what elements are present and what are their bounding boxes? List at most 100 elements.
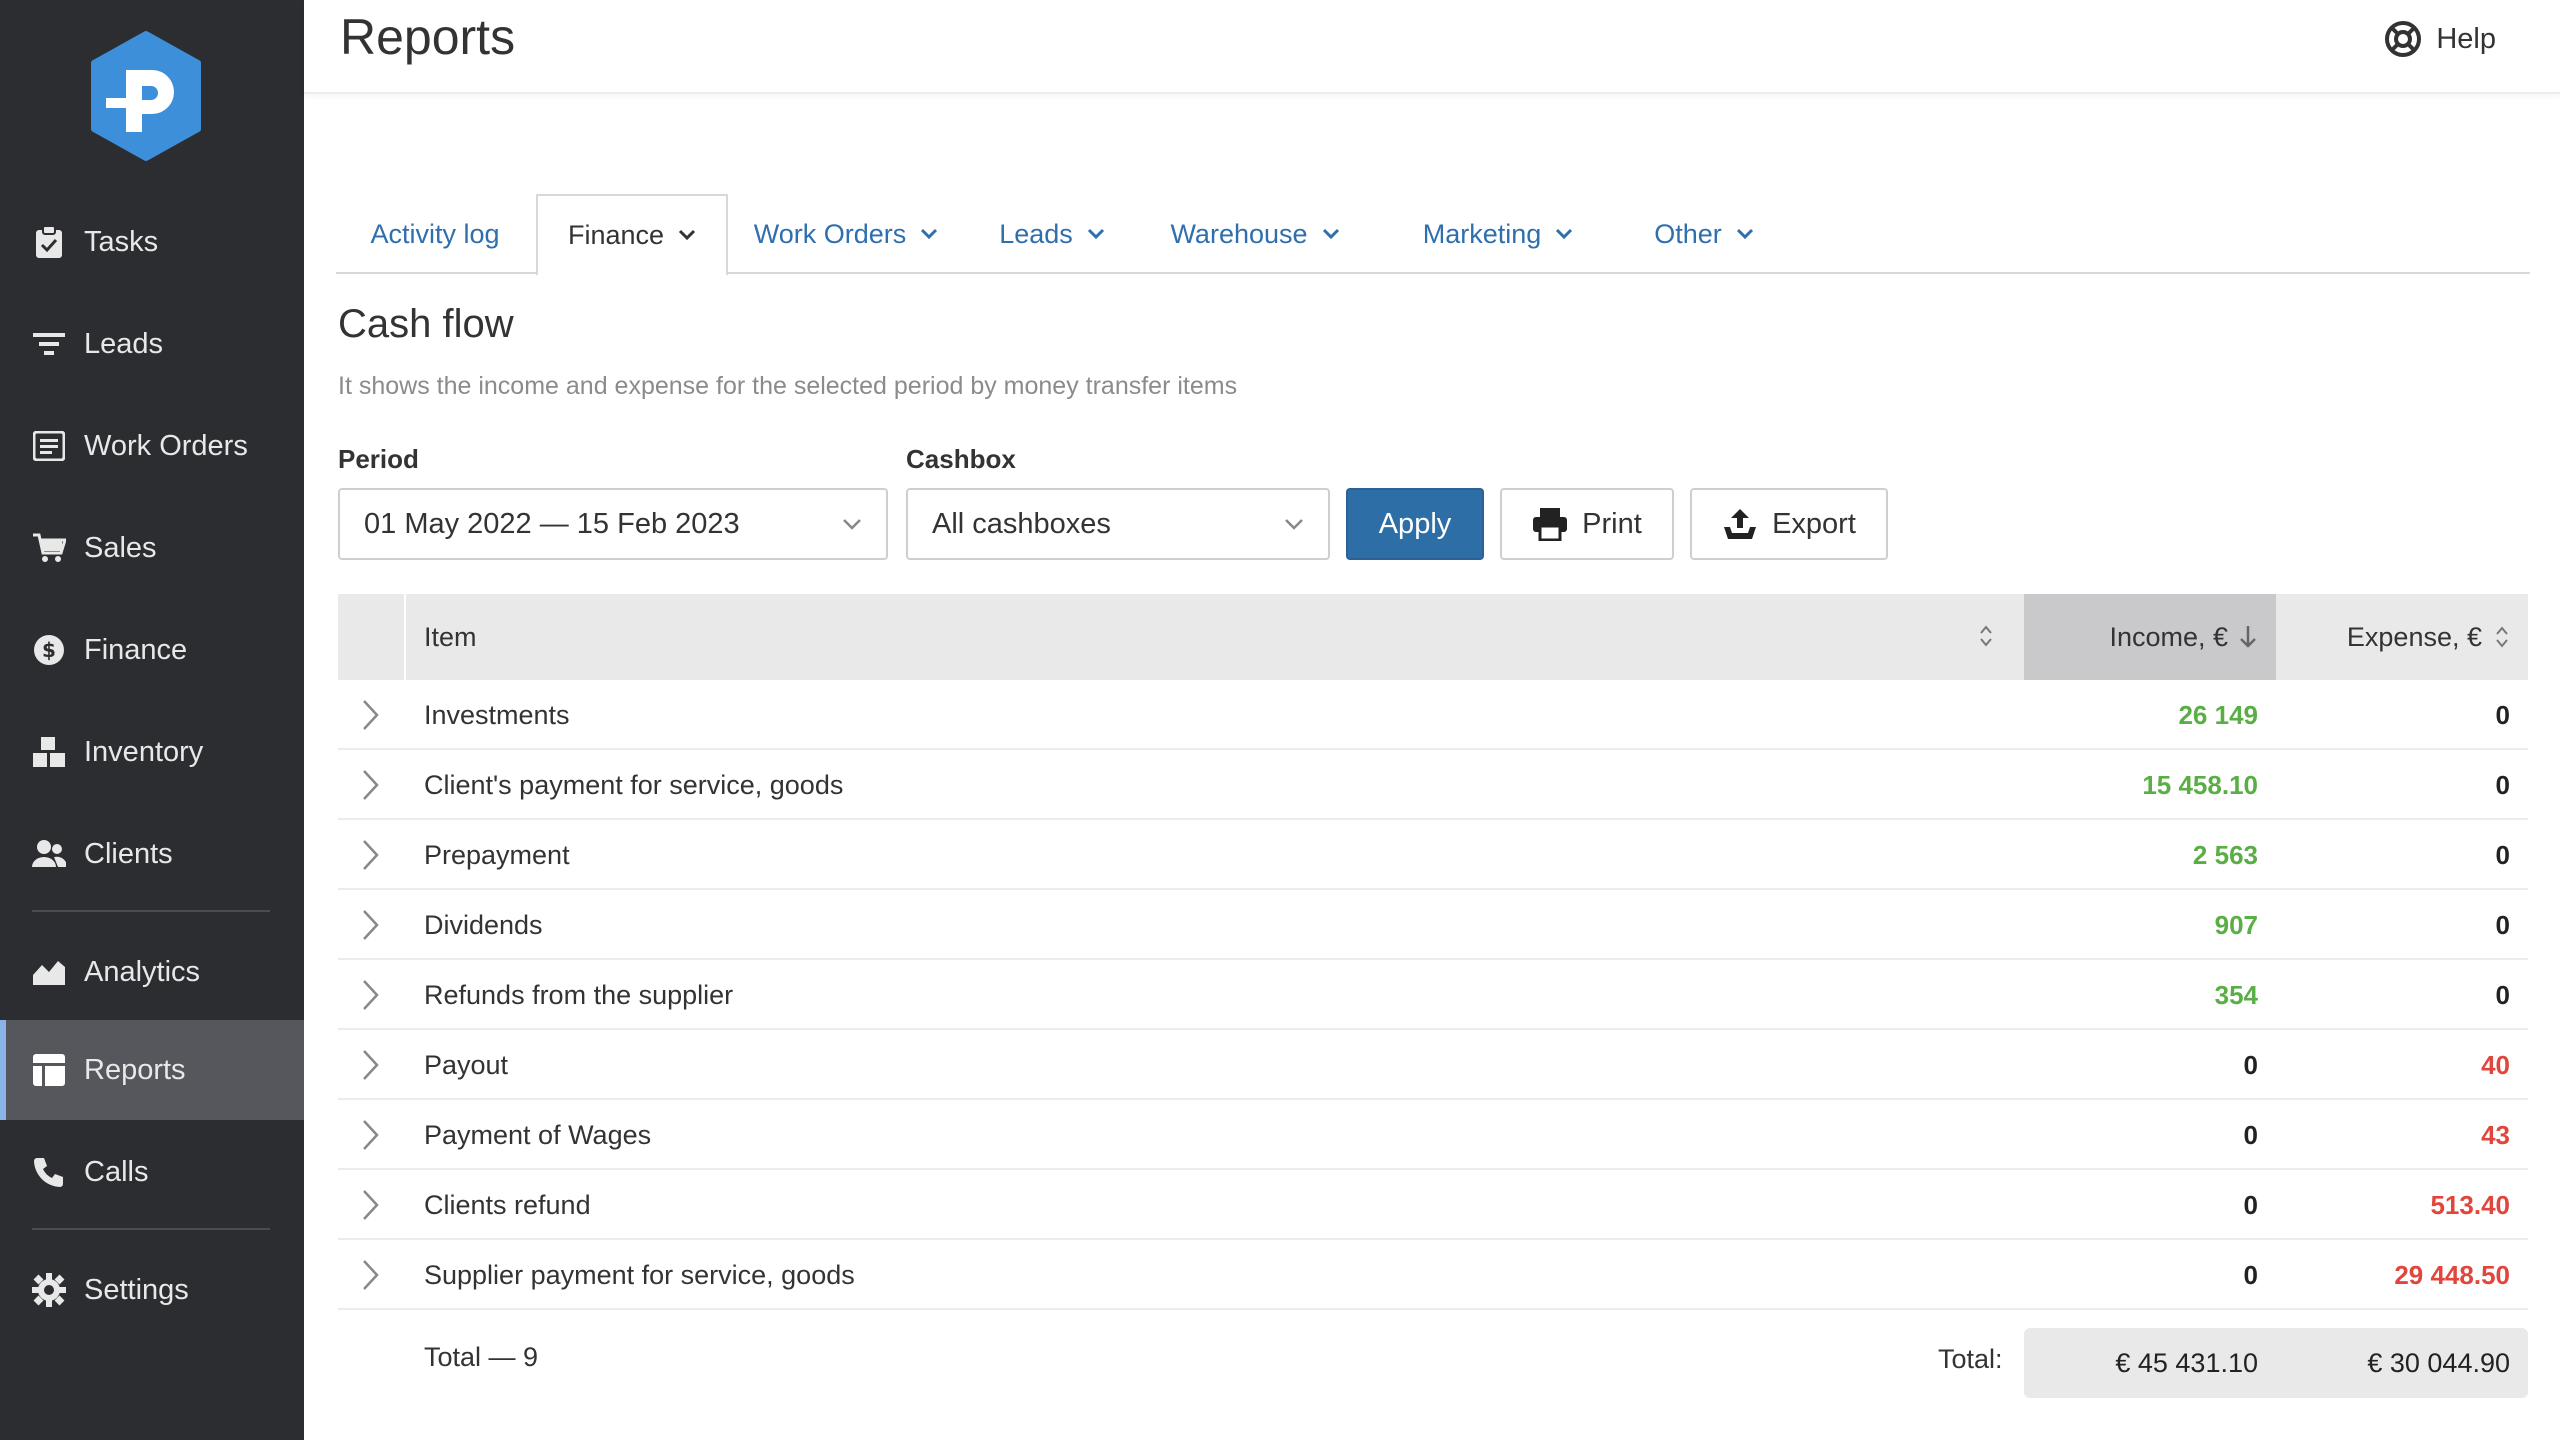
total-income: € 45 431.10 [2115,1347,2258,1378]
row-expense-value: 0 [2495,699,2510,730]
report-description: It shows the income and expense for the … [338,372,1238,400]
cart-icon [32,531,66,565]
cash-flow-table: Item Income, € Expense, € Investments 26… [338,594,2528,1410]
chevron-right-icon[interactable] [360,1118,382,1152]
column-header-income[interactable]: Income, € [2024,594,2276,680]
row-item-label: Investments [424,699,570,730]
sidebar-item-settings[interactable]: Settings [0,1240,304,1340]
export-button[interactable]: Export [1690,488,1888,560]
top-bar: Reports Help [304,0,2560,94]
row-item-label: Refunds from the supplier [424,979,734,1010]
expense-header-label: Expense, € [2346,621,2482,652]
report-tabs: Activity log Finance Work Orders Leads W… [336,194,2530,276]
tab-label: Leads [999,218,1073,249]
print-label: Print [1582,507,1642,540]
sidebar-item-work-orders[interactable]: Work Orders [0,396,304,496]
column-header-item: Item [424,621,477,652]
chart-area-icon [32,955,66,989]
export-icon [1724,509,1757,539]
sort-icon[interactable] [1978,622,1994,650]
sidebar-item-label: Leads [84,327,164,360]
row-expense-value: 0 [2495,769,2510,800]
table-row[interactable]: Payout 0 40 [338,1030,2528,1100]
gear-icon [32,1273,66,1307]
row-item-label: Prepayment [424,839,570,870]
sidebar-item-label: Reports [84,1053,186,1086]
row-expense-value: 513.40 [2430,1189,2510,1220]
work-order-icon [32,429,66,463]
chevron-right-icon[interactable] [360,768,382,802]
row-income-value: 15 458.10 [2142,769,2258,800]
sidebar-item-label: Calls [84,1155,149,1188]
row-expense-value: 29 448.50 [2394,1259,2510,1290]
table-row[interactable]: Supplier payment for service, goods 0 29… [338,1240,2528,1310]
sidebar-item-clients[interactable]: Clients [0,804,304,904]
chevron-down-icon [843,519,861,530]
row-expense-value: 0 [2495,979,2510,1010]
total-expense: € 30 044.90 [2367,1347,2510,1378]
tab-work-orders[interactable]: Work Orders [730,194,962,274]
sidebar-item-sales[interactable]: Sales [0,498,304,598]
tab-finance[interactable]: Finance [536,194,728,276]
sidebar-item-label: Work Orders [84,429,248,462]
chevron-right-icon[interactable] [360,1258,382,1292]
sidebar-item-inventory[interactable]: Inventory [0,702,304,802]
lifebuoy-icon [2385,21,2422,57]
sidebar-item-label: Clients [84,837,173,870]
table-row[interactable]: Dividends 907 0 [338,890,2528,960]
cashbox-select[interactable]: All cashboxes [906,488,1330,560]
chevron-down-icon [1322,228,1339,240]
tab-marketing[interactable]: Marketing [1382,194,1614,274]
table-row[interactable]: Refunds from the supplier 354 0 [338,960,2528,1030]
row-item-label: Supplier payment for service, goods [424,1259,855,1290]
row-expense-value: 40 [2481,1049,2510,1080]
phone-icon [32,1155,66,1189]
tab-leads[interactable]: Leads [976,194,1128,274]
table-row[interactable]: Payment of Wages 0 43 [338,1100,2528,1170]
column-header-expense[interactable]: Expense, € [2276,594,2528,680]
chevron-right-icon[interactable] [360,698,382,732]
table-row[interactable]: Clients refund 0 513.40 [338,1170,2528,1240]
sidebar-item-finance[interactable]: $ Finance [0,600,304,700]
income-header-label: Income, € [2109,621,2228,652]
row-income-value: 0 [2243,1259,2258,1290]
chevron-right-icon[interactable] [360,838,382,872]
chevron-right-icon[interactable] [360,1048,382,1082]
apply-button[interactable]: Apply [1346,488,1484,560]
total-count: Total — 9 [424,1342,539,1372]
table-row[interactable]: Investments 26 149 0 [338,680,2528,750]
sidebar-item-label: Analytics [84,955,201,988]
row-item-label: Dividends [424,909,543,940]
row-income-value: 2 563 [2192,839,2258,870]
sidebar-item-reports[interactable]: Reports [0,1020,304,1120]
sidebar-item-label: Settings [84,1273,189,1306]
chevron-down-icon [921,228,938,240]
row-expense-value: 43 [2481,1119,2510,1150]
print-button[interactable]: Print [1500,488,1674,560]
chevron-right-icon[interactable] [360,1188,382,1222]
tab-label: Marketing [1422,218,1542,249]
sidebar-item-tasks[interactable]: Tasks [0,192,304,292]
tab-other[interactable]: Other [1624,194,1784,274]
row-expense-value: 0 [2495,909,2510,940]
sidebar: Tasks Leads Work Orders Sales $ Finance … [0,0,304,1440]
sidebar-item-leads[interactable]: Leads [0,294,304,394]
help-button[interactable]: Help [2384,20,2496,58]
sidebar-item-calls[interactable]: Calls [0,1122,304,1222]
chevron-right-icon[interactable] [360,908,382,942]
tab-activity-log[interactable]: Activity log [336,194,534,274]
table-body: Investments 26 149 0 Client's payment fo… [338,680,2528,1310]
app-logo[interactable] [86,30,206,162]
table-row[interactable]: Prepayment 2 563 0 [338,820,2528,890]
export-label: Export [1772,507,1856,540]
table-row[interactable]: Client's payment for service, goods 15 4… [338,750,2528,820]
tab-label: Activity log [370,218,500,249]
period-select[interactable]: 01 May 2022 — 15 Feb 2023 [338,488,888,560]
row-item-label: Clients refund [424,1189,591,1220]
tab-warehouse[interactable]: Warehouse [1136,194,1374,274]
filter-icon [32,327,66,361]
chevron-right-icon[interactable] [360,978,382,1012]
cashbox-label: Cashbox [906,444,1016,474]
row-income-value: 0 [2243,1049,2258,1080]
sidebar-item-analytics[interactable]: Analytics [0,922,304,1022]
